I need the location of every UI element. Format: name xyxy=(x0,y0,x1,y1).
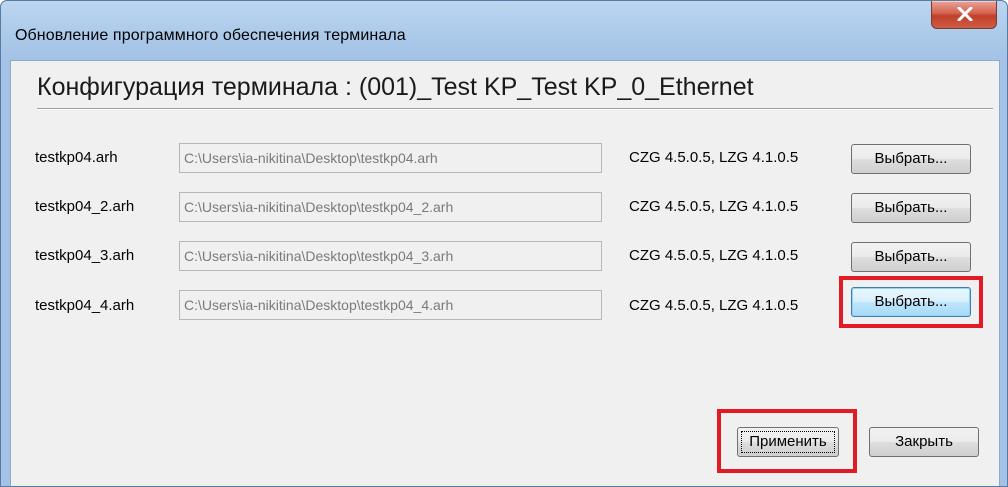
row-1-version: CZG 4.5.0.5, LZG 4.1.0.5 xyxy=(629,149,799,166)
row-4-label: testkp04_4.arh xyxy=(35,297,135,314)
row-2-path-field[interactable]: C:\Users\ia-nikitina\Desktop\testkp04_2.… xyxy=(179,192,602,222)
row-1-select-button[interactable]: Выбрать... xyxy=(851,144,971,174)
apply-button[interactable]: Применить xyxy=(737,427,839,457)
dialog-window: Обновление программного обеспечения терм… xyxy=(0,0,1008,487)
row-3-version: CZG 4.5.0.5, LZG 4.1.0.5 xyxy=(629,247,799,264)
close-icon xyxy=(957,7,973,21)
window-title: Обновление программного обеспечения терм… xyxy=(15,27,406,44)
row-2-version: CZG 4.5.0.5, LZG 4.1.0.5 xyxy=(629,198,799,215)
row-4-path-field[interactable]: C:\Users\ia-nikitina\Desktop\testkp04_4.… xyxy=(179,290,602,320)
row-1-label: testkp04.arh xyxy=(35,149,118,166)
row-3-path-field[interactable]: C:\Users\ia-nikitina\Desktop\testkp04_3.… xyxy=(179,241,602,271)
row-3-select-button[interactable]: Выбрать... xyxy=(851,242,971,272)
row-4-select-button[interactable]: Выбрать... xyxy=(851,287,971,317)
row-1-path-field[interactable]: C:\Users\ia-nikitina\Desktop\testkp04.ar… xyxy=(179,143,602,173)
title-bar[interactable]: Обновление программного обеспечения терм… xyxy=(1,1,1007,61)
row-2-label: testkp04_2.arh xyxy=(35,198,135,215)
apply-focus-rect xyxy=(741,431,835,453)
window-close-button[interactable] xyxy=(931,1,997,29)
row-2-select-button[interactable]: Выбрать... xyxy=(851,193,971,223)
title-divider xyxy=(37,108,993,110)
row-3-label: testkp04_3.arh xyxy=(35,247,135,264)
config-title: Конфигурация терминала : (001)_Test KP_T… xyxy=(37,73,754,101)
dialog-body: Конфигурация терминала : (001)_Test KP_T… xyxy=(10,60,1000,486)
row-4-version: CZG 4.5.0.5, LZG 4.1.0.5 xyxy=(629,297,799,314)
close-dialog-button[interactable]: Закрыть xyxy=(869,427,979,457)
